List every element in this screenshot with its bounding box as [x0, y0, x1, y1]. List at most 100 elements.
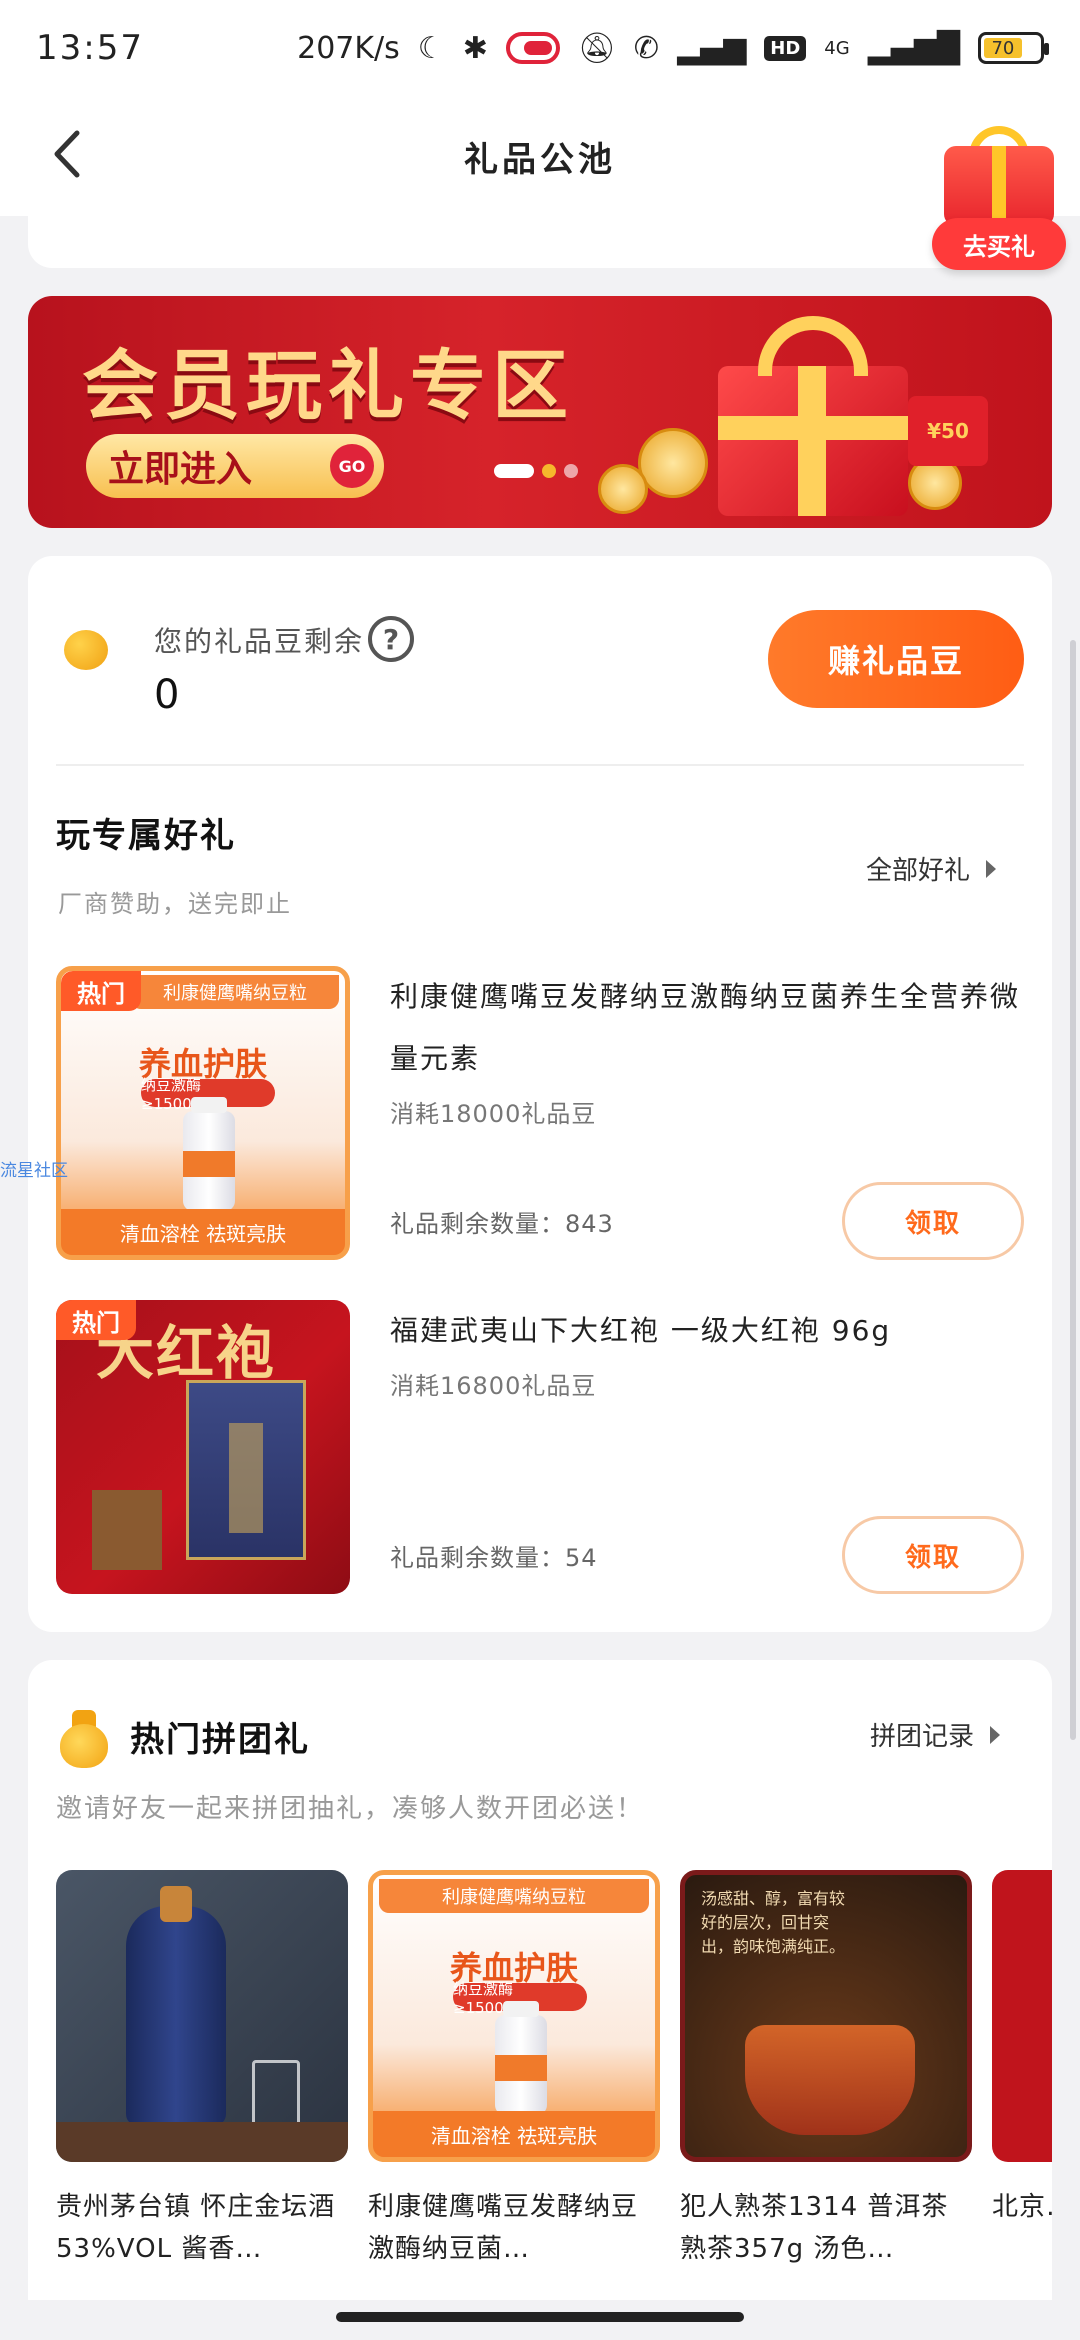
group-section-subtitle: 邀请好友一起来拼团抽礼，凑够人数开团必送！	[56, 1794, 645, 1824]
group-product[interactable]: 贵州茅台镇 怀庄金坛酒53%VOL 酱香…	[56, 1870, 348, 2270]
product-name: 贵州茅台镇 怀庄金坛酒53%VOL 酱香…	[56, 2192, 336, 2264]
battery-level: 70	[984, 38, 1022, 59]
bottle-illustration	[183, 1097, 235, 1211]
net-speed: 207K/s	[297, 30, 400, 66]
signal-strength-icon: ▂▄▆█	[867, 30, 960, 66]
gift-box-illustration	[698, 306, 928, 516]
help-icon[interactable]: ?	[368, 616, 414, 662]
balance-label: 您的礼品豆剩余	[154, 625, 365, 658]
group-records-label: 拼团记录	[870, 1722, 975, 1752]
money-bag-icon	[58, 1710, 110, 1768]
chevron-right-icon	[986, 859, 997, 878]
gift-stock: 礼品剩余数量：843	[390, 1209, 614, 1238]
pagination-dot-active	[494, 464, 534, 478]
hd-badge: HD	[764, 35, 807, 61]
pagination-dot	[542, 464, 556, 478]
tea-cup-illustration	[745, 2025, 915, 2135]
gift-info: 福建武夷山下大红袍 一级大红袍 96g 消耗16800礼品豆 礼品剩余数量：54…	[390, 1300, 1024, 1594]
coin-icon	[598, 464, 648, 514]
page-title: 礼品公池	[464, 139, 616, 180]
image-brand-strip: 利康健鹰嘴纳豆粒	[131, 975, 339, 1009]
product-image[interactable]: 大红袍 热门	[56, 1300, 350, 1594]
gift-info: 利康健鹰嘴豆发酵纳豆激酶纳豆菌养生全营养微量元素 消耗18000礼品豆 礼品剩余…	[390, 966, 1024, 1260]
gift-ribbon	[992, 146, 1006, 226]
gift-item[interactable]: 大红袍 热门 福建武夷山下大红袍 一级大红袍 96g 消耗16800礼品豆 礼品…	[56, 1300, 1024, 1594]
network-label: 4G	[824, 37, 850, 59]
coin-icon	[638, 428, 708, 498]
exclusive-section-title: 玩专属好礼	[56, 816, 236, 856]
product-image[interactable]	[56, 1870, 348, 2162]
tea-box-illustration	[186, 1380, 306, 1560]
scrollbar[interactable]	[1070, 640, 1076, 1740]
tea-pack-illustration	[92, 1490, 162, 1570]
balance-value: 0	[154, 672, 180, 718]
buy-gift-label: 去买礼	[932, 218, 1066, 270]
gift-cost: 消耗16800礼品豆	[390, 1372, 597, 1400]
product-image[interactable]: 利康健鹰嘴纳豆粒 养血护肤 纳豆激酶≥15000U/g 清血溶栓 祛斑亮肤	[368, 1870, 660, 2162]
product-name: 利康健鹰嘴豆发酵纳豆激酶纳豆菌…	[368, 2192, 639, 2264]
group-section-title: 热门拼团礼	[130, 1720, 310, 1760]
member-banner[interactable]: 会员玩礼专区 立即进入 GO ¥50	[28, 296, 1052, 528]
mute-icon: 🔕︎	[577, 30, 616, 66]
red-envelope-icon: ¥50	[908, 396, 988, 466]
bottle-illustration	[495, 2001, 547, 2115]
signal-icon: ▂▄▆	[677, 30, 747, 66]
hot-tag: 热门	[56, 1300, 136, 1340]
call-icon: ✆	[633, 30, 660, 66]
product-image[interactable]: 汤感甜、醇，富有较好的层次，回甘突出，韵味饱满纯正。	[680, 1870, 972, 2162]
all-gifts-label: 全部好礼	[866, 856, 971, 886]
product-image[interactable]	[992, 1870, 1052, 2162]
image-brand-strip: 利康健鹰嘴纳豆粒	[379, 1879, 649, 1913]
group-product[interactable]: 利康健鹰嘴纳豆粒 养血护肤 纳豆激酶≥15000U/g 清血溶栓 祛斑亮肤 利康…	[368, 1870, 660, 2270]
bluetooth-icon: ✱	[462, 30, 488, 66]
buy-gift-float-button[interactable]: 去买礼	[924, 126, 1074, 286]
glass-illustration	[252, 2060, 300, 2126]
group-product[interactable]: 北京…	[992, 1870, 1052, 2270]
bean-icon	[64, 630, 108, 670]
gift-bow	[758, 316, 868, 376]
group-product[interactable]: 汤感甜、醇，富有较好的层次，回甘突出，韵味饱满纯正。 犯人熟茶1314 普洱茶熟…	[680, 1870, 972, 2270]
product-name: 北京…	[992, 2192, 1052, 2222]
banner-enter-button[interactable]: 立即进入 GO	[86, 434, 384, 498]
gift-item[interactable]: 利康健鹰嘴纳豆粒 热门 养血护肤 纳豆激酶≥15000U/g 清血溶栓 祛斑亮肤…	[56, 966, 1024, 1260]
gift-stock: 礼品剩余数量：54	[390, 1543, 598, 1572]
gift-name[interactable]: 福建武夷山下大红袍 一级大红袍 96g	[390, 1300, 1024, 1362]
money-bag-body	[60, 1724, 108, 1768]
battery-icon: 70	[978, 32, 1049, 64]
image-caption: 汤感甜、醇，富有较好的层次，回甘突出，韵味饱满纯正。	[701, 1889, 846, 1956]
claim-button[interactable]: 领取	[842, 1182, 1024, 1260]
gift-ribbon-horizontal	[718, 416, 908, 440]
go-badge: GO	[330, 444, 374, 488]
pagination-dot	[564, 464, 578, 478]
nav-bar: 礼品公池	[0, 96, 1080, 216]
home-indicator[interactable]	[336, 2312, 744, 2322]
group-records-link[interactable]: 拼团记录	[870, 1716, 1001, 1753]
hot-tag: 热门	[61, 971, 141, 1011]
product-image[interactable]: 利康健鹰嘴纳豆粒 热门 养血护肤 纳豆激酶≥15000U/g 清血溶栓 祛斑亮肤	[56, 966, 350, 1260]
image-bottom-banner: 清血溶栓 祛斑亮肤	[61, 1209, 345, 1255]
group-product-row[interactable]: 贵州茅台镇 怀庄金坛酒53%VOL 酱香… 利康健鹰嘴纳豆粒 养血护肤 纳豆激酶…	[56, 1870, 1052, 2290]
banner-title: 会员玩礼专区	[82, 341, 574, 430]
product-name: 犯人熟茶1314 普洱茶熟茶357g 汤色…	[680, 2192, 949, 2264]
wine-bottle-illustration	[126, 1886, 226, 2126]
earn-beans-button[interactable]: 赚礼品豆	[768, 610, 1024, 708]
watermark: 流星社区	[0, 1161, 68, 1181]
gift-name[interactable]: 利康健鹰嘴豆发酵纳豆激酶纳豆菌养生全营养微量元素	[390, 966, 1024, 1090]
banner-pagination	[494, 464, 578, 478]
gift-cost: 消耗18000礼品豆	[390, 1100, 597, 1128]
status-icons: 207K/s ☾ ✱ 🔕︎ ✆ ▂▄▆ HD 4G ▂▄▆█ 70	[297, 28, 1049, 68]
claim-button[interactable]: 领取	[842, 1516, 1024, 1594]
gift-beans-card: 您的礼品豆剩余 ? 0 赚礼品豆 玩专属好礼 厂商赞助，送完即止 全部好礼 利康…	[28, 556, 1052, 1632]
all-gifts-link[interactable]: 全部好礼	[866, 850, 997, 887]
exclusive-section-subtitle: 厂商赞助，送完即止	[58, 890, 292, 918]
status-bar: 13:57 207K/s ☾ ✱ 🔕︎ ✆ ▂▄▆ HD 4G ▂▄▆█ 70	[0, 0, 1080, 96]
table-illustration	[56, 2122, 348, 2162]
back-arrow-icon	[54, 130, 80, 178]
image-bottom-banner: 清血溶栓 祛斑亮肤	[373, 2111, 655, 2157]
toggle-icon	[505, 32, 560, 64]
gift-ribbon-vertical	[798, 366, 826, 516]
chevron-right-icon	[990, 1725, 1001, 1744]
back-button[interactable]	[36, 124, 96, 184]
group-buy-card: 热门拼团礼 拼团记录 邀请好友一起来拼团抽礼，凑够人数开团必送！ 贵州茅台镇 怀…	[28, 1660, 1052, 2300]
moon-icon: ☾	[417, 30, 445, 66]
